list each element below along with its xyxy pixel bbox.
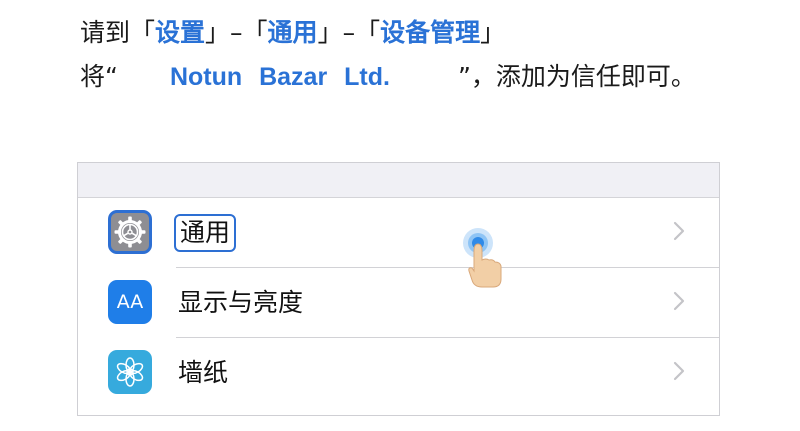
settings-row-display-brightness[interactable]: AA 显示与亮度: [78, 268, 719, 338]
tap-hand-icon: [463, 228, 502, 288]
instruction-separator: 」–「: [317, 18, 381, 47]
instruction-settings: 设置: [155, 18, 206, 47]
instruction-prefix: 将“: [80, 62, 118, 91]
settings-row-wallpaper[interactable]: 墙纸: [78, 338, 719, 408]
developer-name: Notun Bazar Ltd.: [169, 63, 390, 91]
instruction-suffix: 」: [480, 18, 506, 47]
instruction-line-1: 请到「设置」–「通用」–「设备管理」: [80, 16, 505, 50]
instruction-line-2: 将“ Notun Bazar Ltd. ”，添加为信任即可。: [80, 60, 696, 94]
instruction-general: 通用: [267, 18, 318, 47]
instruction-device-management: 设备管理: [380, 18, 481, 47]
display-icon-text: AA: [116, 291, 144, 313]
display-brightness-icon: AA: [108, 280, 152, 324]
row-label-general: 通用: [174, 214, 237, 252]
settings-panel: 通用 AA 显示与亮度 墙纸: [77, 162, 720, 416]
chevron-right-icon: [673, 221, 685, 241]
row-label-wallpaper: 墙纸: [178, 358, 229, 387]
instruction-suffix: ”，添加为信任即可。: [457, 62, 696, 91]
chevron-right-icon: [673, 361, 685, 381]
row-label-display-brightness: 显示与亮度: [178, 288, 304, 317]
instruction-separator: 」–「: [205, 18, 268, 47]
gear-icon: [108, 210, 152, 254]
settings-panel-header: [78, 163, 719, 198]
wallpaper-flower-icon: [108, 350, 152, 394]
instruction-prefix: 请到「: [80, 18, 156, 47]
chevron-right-icon: [673, 291, 685, 311]
settings-row-general[interactable]: 通用: [78, 198, 719, 268]
